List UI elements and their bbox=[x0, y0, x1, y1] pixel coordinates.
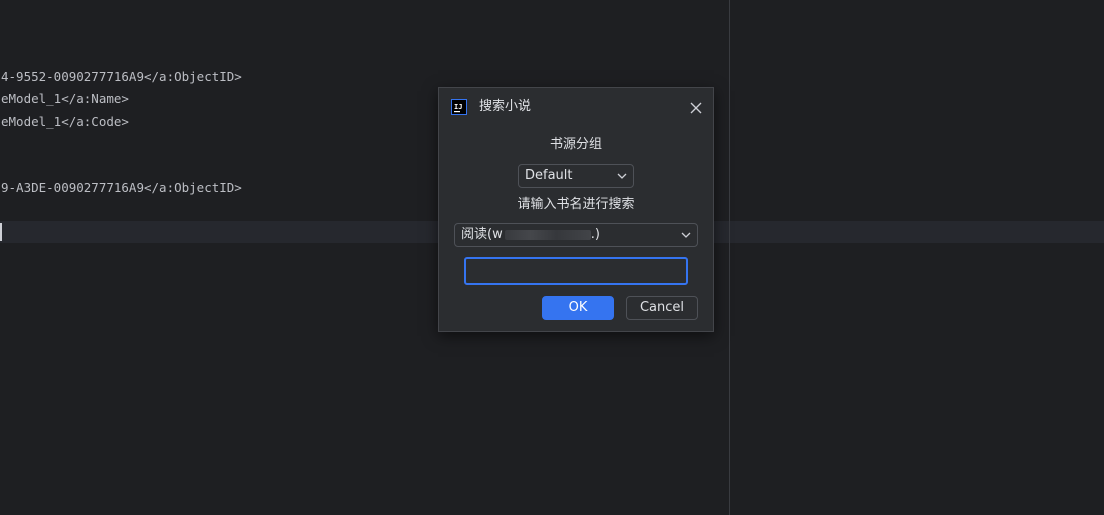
right-margin-guide bbox=[729, 0, 730, 515]
code-line: eModel_1</a:Code> bbox=[1, 114, 129, 129]
source-group-value: Default bbox=[525, 168, 573, 183]
book-source-value-suffix: .) bbox=[590, 227, 600, 242]
close-button[interactable] bbox=[689, 100, 703, 114]
chevron-down-icon bbox=[681, 232, 691, 238]
svg-text:IJ: IJ bbox=[454, 103, 462, 111]
search-novel-dialog: IJ 搜索小说 书源分组 Default 请输入书名进行搜索 阅读(w.) OK… bbox=[438, 87, 714, 332]
book-source-select[interactable]: 阅读(w.) bbox=[454, 223, 698, 247]
book-source-value-prefix: 阅读(w bbox=[461, 227, 503, 242]
text-caret bbox=[0, 223, 2, 241]
close-icon bbox=[690, 102, 702, 114]
source-group-label: 书源分组 bbox=[549, 137, 602, 152]
chevron-down-icon bbox=[617, 173, 627, 179]
code-line: eModel_1</a:Name> bbox=[1, 91, 129, 106]
dialog-title-bar[interactable]: IJ 搜索小说 bbox=[439, 88, 713, 126]
search-prompt-label: 请输入书名进行搜索 bbox=[517, 197, 635, 212]
redacted-text bbox=[504, 229, 591, 240]
book-name-input[interactable] bbox=[464, 257, 688, 285]
source-group-select[interactable]: Default bbox=[518, 164, 634, 188]
cancel-button[interactable]: Cancel bbox=[626, 296, 698, 320]
code-line: 4-9552-0090277716A9</a:ObjectID> bbox=[1, 69, 242, 84]
code-line: 9-A3DE-0090277716A9</a:ObjectID> bbox=[1, 180, 242, 195]
dialog-title: 搜索小说 bbox=[479, 99, 532, 114]
ok-button[interactable]: OK bbox=[542, 296, 614, 320]
intellij-idea-icon: IJ bbox=[451, 99, 467, 115]
